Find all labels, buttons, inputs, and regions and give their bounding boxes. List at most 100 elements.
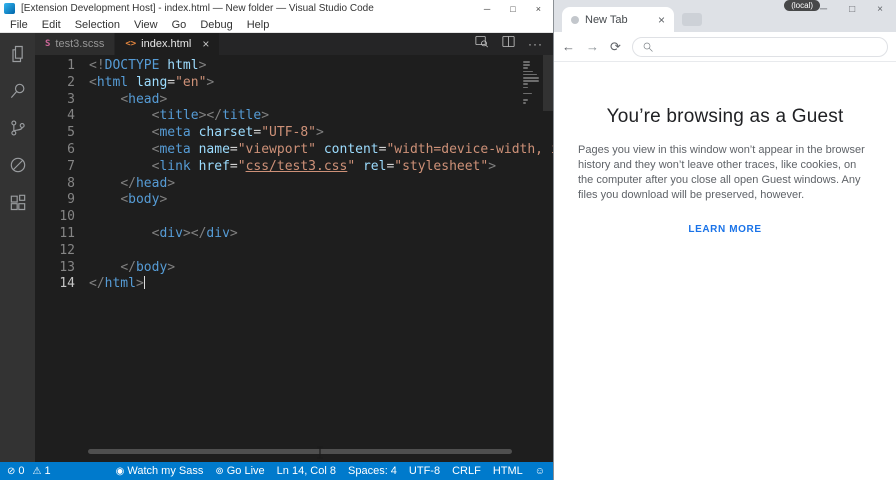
explorer-icon[interactable] [7,43,29,65]
status-feedback[interactable]: ☺ [535,466,545,477]
local-badge: (local) [784,0,820,11]
menu-debug[interactable]: Debug [193,19,239,31]
vscode-titlebar: [Extension Development Host] - index.htm… [0,0,553,17]
learn-more-link[interactable]: LEARN MORE [688,224,761,235]
address-input[interactable] [659,40,878,53]
status-cursor-position[interactable]: Ln 14, Col 8 [277,465,336,477]
source-control-icon[interactable] [7,117,29,139]
status-eol[interactable]: CRLF [452,465,481,477]
maximize-button[interactable]: □ [500,4,525,14]
tab-index.html[interactable]: <> index.html × [115,33,221,55]
debug-icon[interactable] [7,154,29,176]
code-area[interactable]: <!DOCTYPE html> <html lang="en"> <head> <… [89,58,553,462]
status-bar: ⊘ 0 ⚠ 1 ◉ Watch my Sass ⊚ Go Live Ln 14, Col 8 S… [0,462,553,480]
menu-help[interactable]: Help [240,19,277,31]
extensions-icon[interactable] [7,191,29,213]
line-number: 1 [67,58,75,73]
code-line[interactable] [89,243,553,260]
go-live-label: Go Live [226,465,265,477]
status-go-live[interactable]: ⊚ Go Live [215,465,264,477]
status-encoding[interactable]: UTF-8 [409,465,440,477]
browser-viewport: You’re browsing as a Guest Pages you vie… [554,62,896,480]
cursor-position-label: Ln 14, Col 8 [276,465,336,477]
line-number: 12 [59,242,75,258]
vscode-logo-icon [4,3,15,14]
language-mode-label: HTML [492,465,523,477]
code-line[interactable]: <html lang="en"> [89,75,553,92]
code-line[interactable]: <body> [89,192,553,209]
vscode-window-controls: ─ □ × [474,0,551,17]
code-line[interactable]: <!DOCTYPE html> [89,58,553,75]
reload-icon[interactable]: ⟳ [610,40,621,53]
status-warnings[interactable]: ⚠ 1 [33,465,51,477]
line-number-gutter: 1 2 3 4 5 6 7 8 9 10 11 12 13 14 [35,58,75,462]
split-editor-icon[interactable] [501,34,516,54]
code-line[interactable]: </head> [89,176,553,193]
open-preview-icon[interactable] [474,34,489,54]
indentation-label: Spaces: 4 [348,465,397,477]
new-tab-button[interactable] [682,13,702,26]
menu-edit[interactable]: Edit [35,19,68,31]
line-number: 2 [67,74,75,90]
eol-label: CRLF [452,465,481,477]
status-errors[interactable]: ⊘ 0 [7,465,25,477]
browser-tab-new-tab[interactable]: New Tab × [562,7,674,32]
line-number: 13 [59,259,75,275]
minimap[interactable] [523,59,541,105]
line-number: 8 [67,175,75,191]
go-live-icon: ⊚ [215,465,224,477]
browser-close-button[interactable]: × [866,2,894,17]
line-number: 11 [59,225,75,241]
code-line[interactable]: <meta name="viewport" content="width=dev… [89,142,553,159]
text-cursor [143,276,146,290]
browser-tab-strip: New Tab × ─ □ × [554,0,896,32]
horizontal-scrollbar[interactable] [88,449,512,454]
menu-file[interactable]: File [3,19,35,31]
code-line[interactable]: </html> [89,276,553,293]
browser-tab-title: New Tab [585,13,628,26]
tab-bar: Stest3.scss <> index.html × ··· [35,33,553,55]
code-line[interactable]: <head> [89,92,553,109]
close-button[interactable]: × [526,4,551,14]
window-title: [Extension Development Host] - index.htm… [21,3,374,14]
browser-maximize-button[interactable]: □ [838,2,866,17]
tab-test3.scss[interactable]: Stest3.scss [35,33,116,55]
more-actions-icon[interactable]: ··· [528,37,543,51]
minimize-button[interactable]: ─ [474,4,500,14]
code-line[interactable] [89,209,553,226]
sass-icon: S [45,39,51,49]
line-number: 14 [59,276,75,292]
browser-window-controls: ─ □ × [809,2,894,17]
code-line[interactable]: <meta charset="UTF-8"> [89,125,553,142]
code-editor[interactable]: 1 2 3 4 5 6 7 8 9 10 11 12 13 14 <!DOCTYPE html> <html… [35,55,553,462]
errors-icon: ⊘ [7,465,16,477]
address-bar[interactable] [631,36,888,57]
line-number: 9 [67,192,75,208]
watch-my-sass-label: Watch my Sass [127,465,204,477]
guest-mode-panel: You’re browsing as a Guest Pages you vie… [574,106,876,237]
menu-go[interactable]: Go [165,19,194,31]
menu-selection[interactable]: Selection [68,19,127,31]
code-line[interactable]: <div></div> [89,226,553,243]
editor-group: Stest3.scss <> index.html × ··· 1 2 3 4 5 6 7 8 9 10… [35,33,553,462]
close-tab-icon[interactable]: × [202,37,209,51]
browser-toolbar: ← → ⟳ [554,32,896,62]
forward-icon[interactable]: → [586,40,599,53]
search-icon[interactable] [7,80,29,102]
code-line[interactable]: <title></title> [89,108,553,125]
line-number: 4 [67,108,75,124]
vertical-scrollbar[interactable] [543,55,553,111]
status-watch-my-sass[interactable]: ◉ Watch my Sass [116,465,204,477]
menu-view[interactable]: View [127,19,165,31]
status-language-mode[interactable]: HTML [493,465,523,477]
status-indentation[interactable]: Spaces: 4 [348,465,397,477]
favicon-placeholder-icon [571,15,579,24]
tab-label: index.html [141,38,192,50]
line-number: 7 [67,158,75,174]
back-icon[interactable]: ← [562,40,575,53]
code-line[interactable]: </body> [89,260,553,277]
code-line[interactable]: <link href="css/test3.css" rel="styleshe… [89,159,553,176]
guest-heading: You’re browsing as a Guest [606,106,844,127]
guest-description: Pages you view in this window won’t appe… [578,144,865,201]
tab-close-icon[interactable]: × [658,13,665,27]
